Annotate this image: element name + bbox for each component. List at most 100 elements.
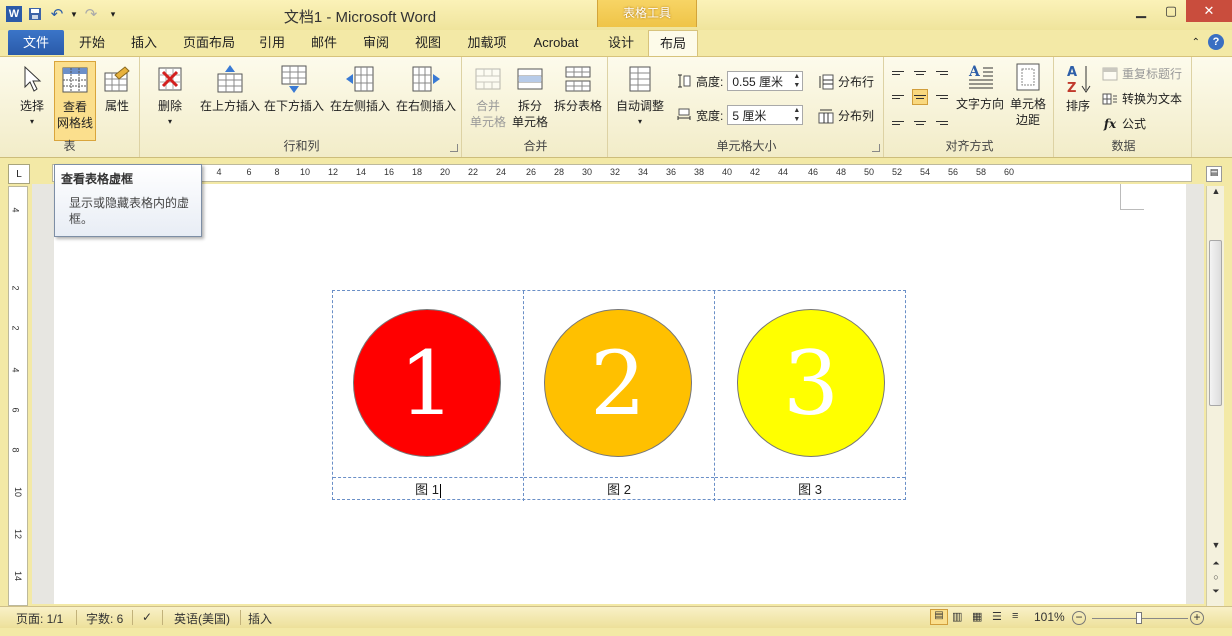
vertical-ruler[interactable]: 4 2 2 4 6 8 10 12 14: [8, 186, 28, 606]
full-screen-reading-icon[interactable]: ▥: [952, 610, 962, 623]
table-cell[interactable]: 2 图 2: [524, 291, 715, 501]
insert-mode[interactable]: 插入: [248, 610, 272, 627]
outline-icon[interactable]: ☰: [992, 610, 1002, 623]
cell-margins-icon: [1012, 61, 1044, 93]
insert-right-button[interactable]: 在右侧插入: [394, 63, 458, 114]
tab-home[interactable]: 开始: [70, 30, 114, 56]
document-page[interactable]: 1 图 1 2 图 2 3 图 3: [54, 184, 1186, 604]
distribute-rows-button[interactable]: 分布行: [818, 73, 874, 90]
repeat-header-rows-button[interactable]: 重复标题行: [1102, 65, 1182, 82]
tab-layout[interactable]: 布局: [648, 30, 698, 56]
tab-design[interactable]: 设计: [598, 30, 644, 56]
align-bottom-center-icon[interactable]: [912, 115, 928, 131]
width-input[interactable]: 5 厘米 ▲ ▼: [727, 105, 804, 125]
minimize-icon[interactable]: ▁: [1126, 0, 1156, 22]
table-grid-icon: [59, 64, 91, 96]
formula-button[interactable]: fx 公式: [1102, 115, 1146, 132]
maximize-icon[interactable]: ▢: [1156, 0, 1186, 22]
text-direction-button[interactable]: A 文字方向: [954, 61, 1006, 112]
h-ruler-tick: 22: [467, 167, 479, 177]
autofit-button[interactable]: 自动调整 ▾: [614, 63, 666, 130]
tab-references[interactable]: 引用: [250, 30, 294, 56]
tab-view[interactable]: 视图: [406, 30, 450, 56]
word-count[interactable]: 字数: 6: [86, 610, 123, 627]
web-layout-icon[interactable]: ▦: [972, 610, 982, 623]
select-button[interactable]: 选择 ▾: [12, 63, 52, 130]
h-ruler-tick: 24: [495, 167, 507, 177]
cell-margins-button[interactable]: 单元格 边距: [1006, 61, 1050, 128]
height-input[interactable]: 0.55 厘米 ▲ ▼: [727, 71, 804, 91]
cell-size-launcher-icon[interactable]: [872, 144, 880, 152]
zoom-in-icon[interactable]: +: [1190, 611, 1204, 625]
minimize-ribbon-icon[interactable]: ⌃: [1192, 37, 1200, 48]
group-alignment: A 文字方向 单元格 边距 对齐方式: [886, 57, 1054, 157]
zoom-slider-thumb[interactable]: [1136, 612, 1142, 624]
table-cell[interactable]: 1 图 1: [333, 291, 524, 501]
circle-2[interactable]: 2: [544, 309, 692, 457]
vertical-scrollbar[interactable]: ▲ ▼ ⏶ ○ ⏷: [1206, 186, 1224, 606]
page-count[interactable]: 页面: 1/1: [16, 610, 63, 627]
print-layout-icon[interactable]: ▤: [930, 609, 948, 625]
insert-above-button[interactable]: 在上方插入: [198, 63, 262, 114]
align-middle-center-icon[interactable]: [912, 89, 928, 105]
height-spinner-icon[interactable]: ▲ ▼: [793, 72, 800, 90]
circle-1[interactable]: 1: [353, 309, 501, 457]
circle-3[interactable]: 3: [737, 309, 885, 457]
insert-below-button[interactable]: 在下方插入: [262, 63, 326, 114]
split-cells-button[interactable]: 拆分 单元格: [510, 63, 550, 130]
properties-button[interactable]: 属性: [98, 63, 136, 114]
split-table-button[interactable]: 拆分表格: [550, 63, 606, 114]
sort-button[interactable]: AZ 排序: [1060, 63, 1096, 114]
merge-cells-button[interactable]: 合并 单元格: [466, 63, 510, 130]
delete-button[interactable]: 删除 ▾: [150, 63, 190, 130]
align-top-left-icon[interactable]: [890, 65, 906, 81]
convert-to-text-button[interactable]: 转换为文本: [1102, 90, 1182, 107]
group-label-cell-size: 单元格大小: [716, 139, 777, 153]
align-middle-right-icon[interactable]: [934, 89, 950, 105]
help-icon[interactable]: ?: [1208, 34, 1224, 50]
width-spinner-icon[interactable]: ▲ ▼: [793, 106, 800, 124]
scroll-down-icon[interactable]: ▼: [1207, 540, 1225, 556]
next-page-icon[interactable]: ⏷: [1207, 586, 1225, 602]
tab-mailings[interactable]: 邮件: [302, 30, 346, 56]
align-bottom-right-icon[interactable]: [934, 115, 950, 131]
group-label-data: 数据: [1111, 139, 1136, 153]
tab-insert[interactable]: 插入: [122, 30, 166, 56]
image-table[interactable]: 1 图 1 2 图 2 3 图 3: [332, 290, 906, 501]
language[interactable]: 英语(美国): [174, 610, 230, 627]
scroll-up-icon[interactable]: ▲: [1207, 186, 1225, 202]
draft-icon[interactable]: ≡: [1012, 610, 1018, 622]
align-top-right-icon[interactable]: [934, 65, 950, 81]
align-middle-left-icon[interactable]: [890, 89, 906, 105]
zoom-out-icon[interactable]: −: [1072, 611, 1086, 625]
formula-fx-icon: fx: [1103, 116, 1117, 131]
view-ruler-icon[interactable]: ▤: [1206, 166, 1222, 182]
v-ruler-tick: 2: [10, 285, 21, 291]
h-ruler-tick: 52: [891, 167, 903, 177]
tab-addins[interactable]: 加载项: [458, 30, 516, 56]
tab-page-layout[interactable]: 页面布局: [176, 30, 242, 56]
close-icon[interactable]: ✕: [1186, 0, 1232, 22]
horizontal-ruler[interactable]: 8642246810121416182022242628303234363840…: [52, 164, 1192, 182]
view-gridlines-button[interactable]: 查看 网格线: [54, 61, 96, 141]
tab-review[interactable]: 审阅: [354, 30, 398, 56]
distribute-columns-button[interactable]: 分布列: [818, 107, 874, 124]
scroll-thumb[interactable]: [1209, 240, 1222, 406]
insert-left-button[interactable]: 在左侧插入: [328, 63, 392, 114]
caption-2[interactable]: 图 2: [524, 477, 714, 501]
caption-3[interactable]: 图 3: [715, 477, 905, 501]
table-cell[interactable]: 3 图 3: [715, 291, 905, 501]
rows-columns-launcher-icon[interactable]: [450, 144, 458, 152]
sort-az-icon: AZ: [1062, 63, 1094, 95]
proofing-icon[interactable]: ✓: [142, 610, 152, 624]
align-bottom-left-icon[interactable]: [890, 115, 906, 131]
caption-1[interactable]: 图 1: [333, 477, 523, 501]
insert-row-above-icon: [214, 63, 246, 95]
zoom-level[interactable]: 101%: [1034, 610, 1065, 624]
group-data: AZ 排序 重复标题行 转换为文本 fx 公式 数据: [1056, 57, 1192, 157]
tab-file[interactable]: 文件: [8, 30, 64, 55]
h-ruler-tick: 8: [274, 167, 280, 177]
tab-selector-icon[interactable]: L: [8, 164, 30, 184]
tab-acrobat[interactable]: Acrobat: [524, 30, 588, 56]
align-top-center-icon[interactable]: [912, 65, 928, 81]
